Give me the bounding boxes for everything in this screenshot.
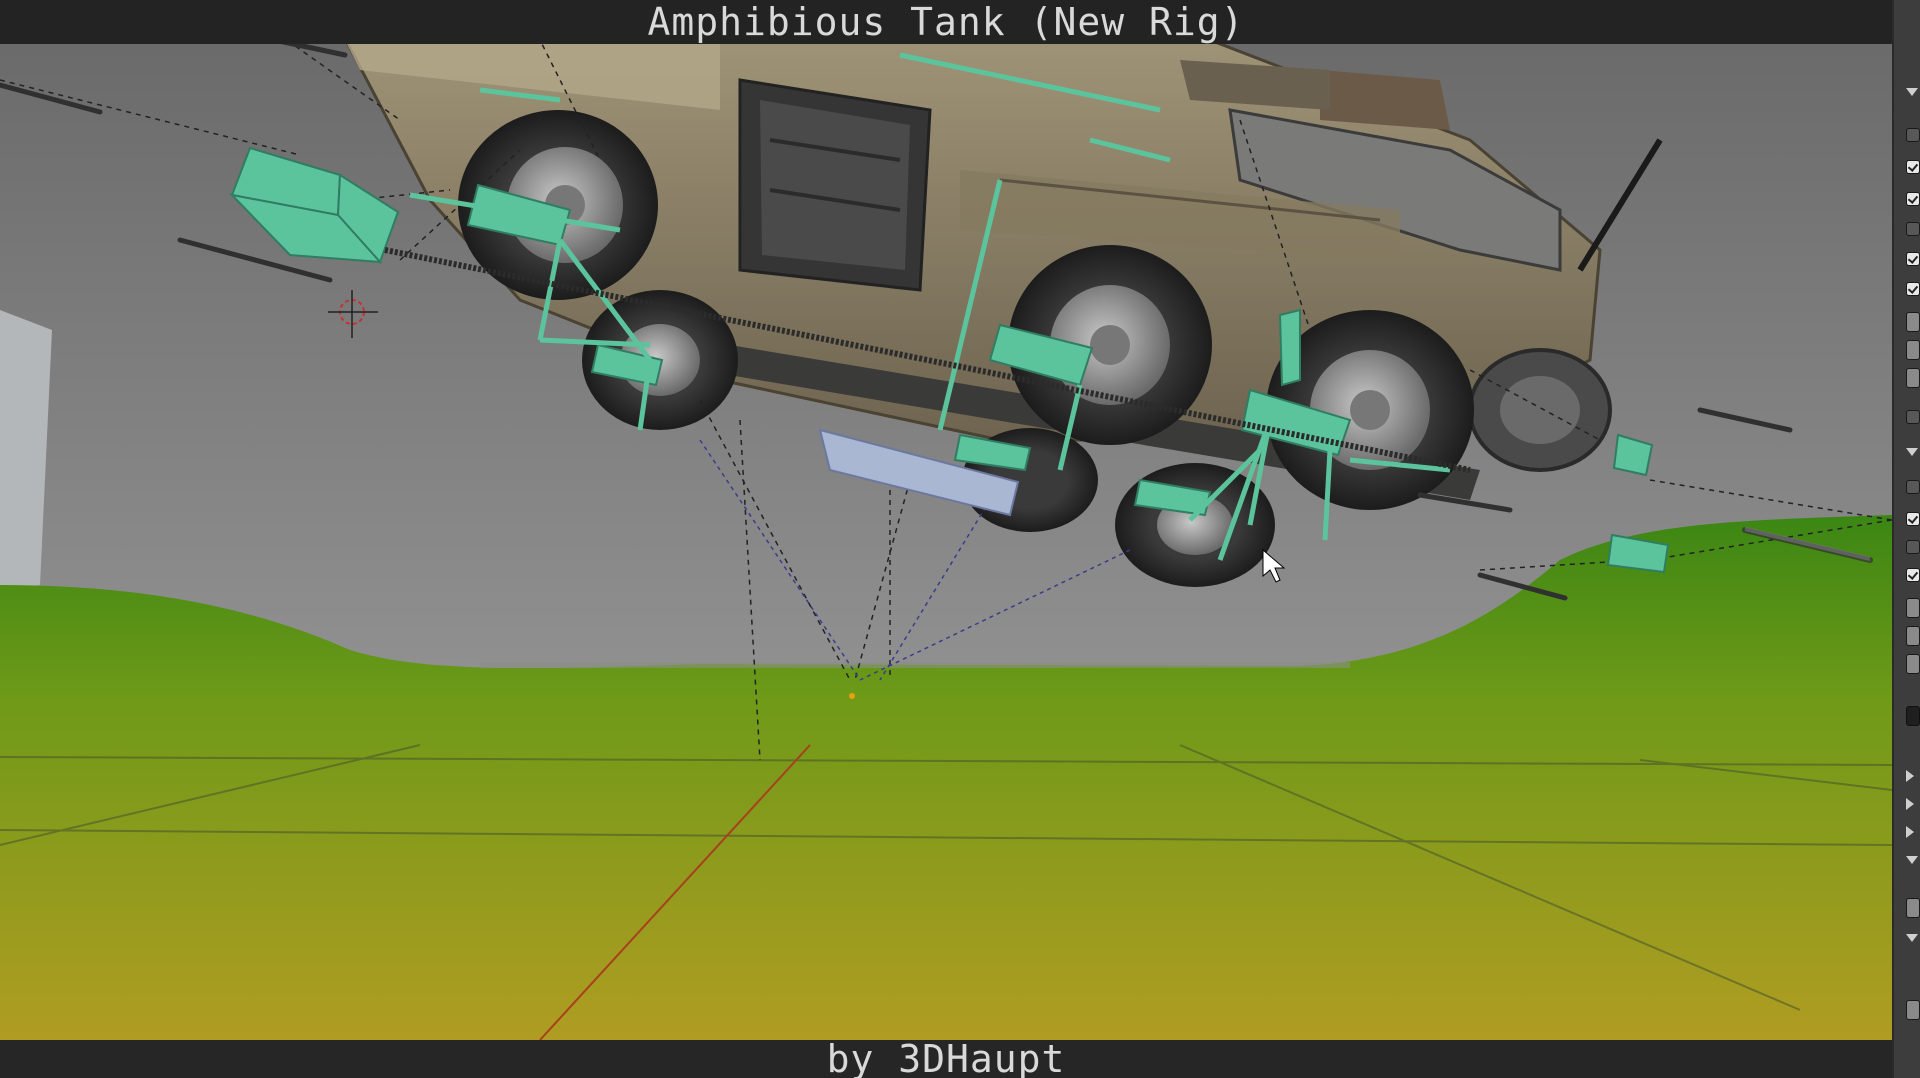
viewport-scene[interactable] [0,0,1892,1040]
panel-control-checkbox[interactable] [1906,160,1920,174]
3d-viewport[interactable] [0,0,1892,1040]
panel-control-field[interactable] [1906,626,1920,646]
panel-control-tri-right[interactable] [1906,798,1914,810]
panel-control-dark[interactable] [1906,706,1920,726]
panel-control-tri-right[interactable] [1906,826,1914,838]
panel-control-field[interactable] [1906,368,1920,388]
panel-control-checkbox[interactable] [1906,568,1920,582]
panel-control-tri[interactable] [1906,448,1918,456]
panel-control-tri[interactable] [1906,856,1918,864]
panel-control-empty[interactable] [1906,480,1920,494]
panel-control-empty[interactable] [1906,410,1920,424]
panel-control-field[interactable] [1906,340,1920,360]
blender-window: Amphibious Tank (New Rig) by 3DHaupt [0,0,1920,1078]
panel-control-field[interactable] [1906,598,1920,618]
panel-control-tri[interactable] [1906,934,1918,942]
panel-control-checkbox[interactable] [1906,252,1920,266]
panel-control-field[interactable] [1906,1000,1920,1020]
panel-control-empty[interactable] [1906,128,1920,142]
credit-text: by 3DHaupt [826,1037,1066,1078]
panel-control-empty[interactable] [1906,540,1920,554]
panel-control-field[interactable] [1906,898,1920,918]
window-title: Amphibious Tank (New Rig) [647,0,1245,44]
panel-control-tri-right[interactable] [1906,770,1914,782]
panel-control-tri[interactable] [1906,88,1918,96]
panel-control-empty[interactable] [1906,222,1920,236]
panel-control-checkbox[interactable] [1906,512,1920,526]
panel-control-checkbox[interactable] [1906,282,1920,296]
credit-bar: by 3DHaupt [0,1040,1892,1078]
properties-panel[interactable] [1892,0,1920,1078]
origin-point [849,693,855,699]
panel-control-field[interactable] [1906,654,1920,674]
title-bar: Amphibious Tank (New Rig) [0,0,1892,44]
panel-control-field[interactable] [1906,312,1920,332]
panel-control-checkbox[interactable] [1906,192,1920,206]
